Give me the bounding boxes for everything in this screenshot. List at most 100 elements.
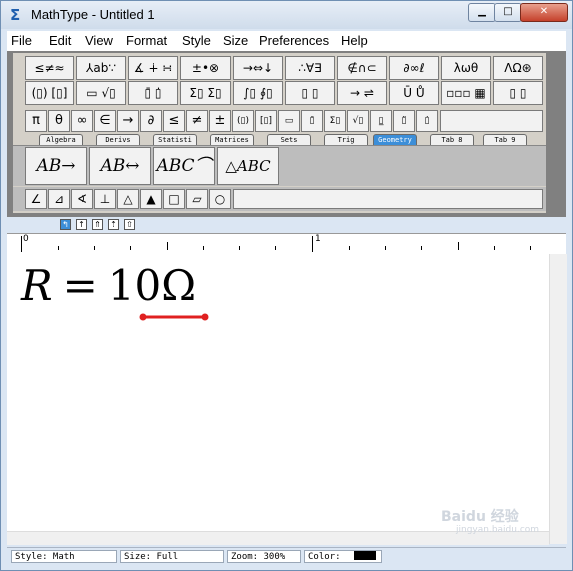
template-parentheses[interactable]: (▯) [232, 110, 254, 132]
symbol-right-arrow[interactable]: → [117, 110, 139, 132]
template-fraction[interactable]: ▭ [278, 110, 300, 132]
triangle-symbol-button[interactable]: △ [117, 189, 139, 209]
misc-palette-button[interactable]: ∂∞ℓ [389, 56, 439, 80]
tab-trig[interactable]: Trig [324, 134, 368, 145]
minimize-button[interactable]: ▁ [468, 3, 496, 22]
vertical-scrollbar[interactable] [549, 254, 567, 544]
tab-8[interactable]: Tab 8 [430, 134, 474, 145]
menu-bar: File Edit View Format Style Size Prefere… [7, 31, 566, 52]
filled-triangle-symbol-button[interactable]: ▲ [140, 189, 162, 209]
labeled-arrows-palette-button[interactable]: → ⇌ [337, 81, 387, 105]
ruler-tick [130, 246, 131, 250]
mathtype-window: Σ MathType - Untitled 1 ▁ □ ✕ File Edit … [0, 0, 573, 571]
integrals-palette-button[interactable]: ∫▯ ∮▯ [233, 81, 283, 105]
tab-geometry[interactable]: Geometry [373, 134, 417, 145]
ruler-tick [275, 246, 276, 250]
title-bar: Σ MathType - Untitled 1 ▁ □ ✕ [1, 1, 572, 29]
tab-statistics[interactable]: Statisti [153, 134, 197, 145]
parallelogram-symbol-button[interactable]: ▱ [186, 189, 208, 209]
symbol-pi[interactable]: π [25, 110, 47, 132]
greek-lower-palette-button[interactable]: λωθ [441, 56, 491, 80]
menu-file[interactable]: File [11, 33, 32, 48]
menu-preferences[interactable]: Preferences [259, 33, 329, 48]
summations-palette-button[interactable]: Σ▯ Σ▯ [180, 81, 231, 105]
symbol-row-blank [233, 189, 543, 209]
ruler-tick [167, 242, 168, 250]
status-bar: Style: Math Size: Full Zoom: 300% Color: [7, 547, 566, 565]
tab-algebra[interactable]: Algebra [39, 134, 83, 145]
tab-9[interactable]: Tab 9 [483, 134, 527, 145]
tab-sets[interactable]: Sets [267, 134, 311, 145]
geometry-template-row: AB→ AB↔ ABC⌒ △ABC [13, 145, 546, 186]
equation-value: 10 [107, 261, 162, 310]
menu-help[interactable]: Help [341, 33, 368, 48]
toolbar-panel: ≤≠≈ ⅄ab∵ ∡ ∔ ∺ ±•⊗ →⇔↓ ∴∀∃ ∉∩⊂ ∂∞ℓ λωθ Λ… [7, 51, 566, 217]
fences-palette-button[interactable]: (▯) [▯] [25, 81, 74, 105]
smallbar-button-5[interactable]: ⇧ [124, 219, 135, 230]
symbol-infinity[interactable]: ∞ [71, 110, 93, 132]
symbol-partial[interactable]: ∂ [140, 110, 162, 132]
template-overbar[interactable]: ▯̄ [301, 110, 323, 132]
ruler-tick [94, 246, 95, 250]
menu-edit[interactable]: Edit [49, 33, 71, 48]
tab-derivs[interactable]: Derivs [96, 134, 140, 145]
fractions-radicals-palette-button[interactable]: ▭ √▯ [76, 81, 126, 105]
symbol-theta[interactable]: θ [48, 110, 70, 132]
maximize-button[interactable]: □ [494, 3, 522, 22]
equation-lhs: R [21, 261, 53, 310]
boxes-palette-button[interactable]: ▯ ▯ [493, 81, 543, 105]
ruler-tick [21, 236, 22, 252]
menu-view[interactable]: View [85, 33, 113, 48]
menu-format[interactable]: Format [126, 33, 167, 48]
equation-editor-area[interactable]: R = 10Ω [7, 254, 549, 544]
symbol-not-equal[interactable]: ≠ [186, 110, 208, 132]
window-title: MathType - Untitled 1 [31, 7, 155, 22]
template-summation[interactable]: Σ▯ [324, 110, 346, 132]
template-underbar[interactable]: ▯̲ [370, 110, 392, 132]
spaces-palette-button[interactable]: ⅄ab∵ [76, 56, 126, 80]
square-symbol-button[interactable]: □ [163, 189, 185, 209]
products-palette-button[interactable]: Ū Ů [389, 81, 439, 105]
right-triangle-symbol-button[interactable]: ⊿ [48, 189, 70, 209]
ruler[interactable]: 0 1 [7, 233, 566, 255]
ruler-tick [494, 246, 495, 250]
smallbar-button-3[interactable]: ⇑ [92, 219, 103, 230]
status-zoom: Zoom: 300% [227, 550, 301, 563]
template-square-root[interactable]: √▯ [347, 110, 369, 132]
template-line-ab[interactable]: AB↔ [89, 147, 151, 185]
operators-palette-button[interactable]: ±•⊗ [180, 56, 231, 80]
tab-matrices[interactable]: Matrices [210, 134, 254, 145]
circle-symbol-button[interactable]: ○ [209, 189, 231, 209]
smallbar-button-4[interactable]: ⇡ [108, 219, 119, 230]
sets-palette-button[interactable]: ∉∩⊂ [337, 56, 387, 80]
template-double-dot[interactable]: ▯̈ [393, 110, 415, 132]
template-triangle-abc[interactable]: △ABC [217, 147, 279, 185]
red-underline-marker [139, 313, 209, 321]
close-button[interactable]: ✕ [520, 3, 568, 22]
greek-upper-palette-button[interactable]: ΛΩ⊛ [493, 56, 543, 80]
matrices-palette-button[interactable]: ▫▫▫ ▦ [441, 81, 491, 105]
equation[interactable]: R = 10Ω [21, 260, 196, 312]
perpendicular-symbol-button[interactable]: ⊥ [94, 189, 116, 209]
smallbar-button-2[interactable]: ↑ [76, 219, 87, 230]
template-arc-abc[interactable]: ABC⌒ [153, 147, 215, 185]
relations-palette-button[interactable]: ≤≠≈ [25, 56, 74, 80]
angle-symbol-button[interactable]: ∠ [25, 189, 47, 209]
logic-palette-button[interactable]: ∴∀∃ [285, 56, 335, 80]
template-dot[interactable]: ▯̇ [416, 110, 438, 132]
small-bar-strip: ↰ ↑ ⇑ ⇡ ⇧ [7, 217, 566, 233]
template-vector-ab[interactable]: AB→ [25, 147, 87, 185]
embellishments-palette-button[interactable]: ∡ ∔ ∺ [128, 56, 178, 80]
subscripts-palette-button[interactable]: ▯̄ ▯̇ [128, 81, 178, 105]
symbol-element-of[interactable]: ∈ [94, 110, 116, 132]
bars-palette-button[interactable]: ▯ ▯ [285, 81, 335, 105]
symbol-plus-minus[interactable]: ± [209, 110, 231, 132]
symbol-less-equal[interactable]: ≤ [163, 110, 185, 132]
smallbar-button-1[interactable]: ↰ [60, 219, 71, 230]
menu-size[interactable]: Size [223, 33, 248, 48]
spherical-angle-symbol-button[interactable]: ∢ [71, 189, 93, 209]
menu-style[interactable]: Style [182, 33, 211, 48]
arrows-palette-button[interactable]: →⇔↓ [233, 56, 283, 80]
ruler-mark-0: 0 [23, 234, 29, 244]
template-brackets[interactable]: [▯] [255, 110, 277, 132]
